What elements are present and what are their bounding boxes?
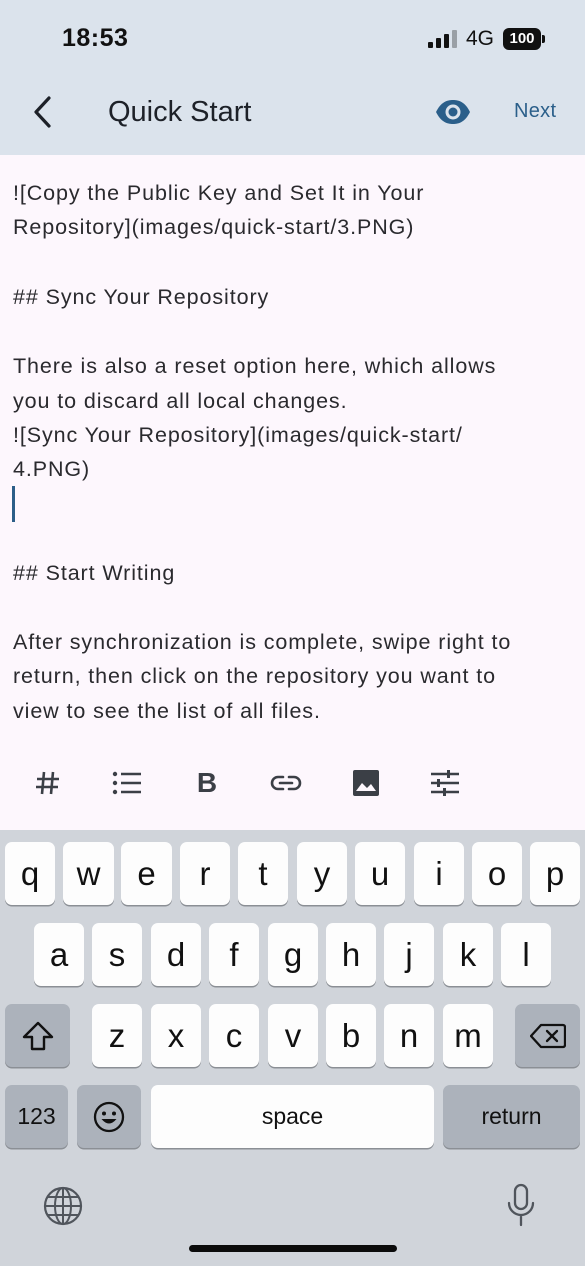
key-z[interactable]: z (92, 1004, 142, 1067)
key-y[interactable]: y (297, 842, 347, 905)
battery-tip (542, 35, 545, 43)
key-b[interactable]: b (326, 1004, 376, 1067)
page-title: Quick Start (108, 96, 252, 128)
keyboard: q w e r t y u i o p a s d f g h j k l z … (0, 830, 585, 1266)
image-icon (353, 770, 379, 796)
key-p[interactable]: p (530, 842, 580, 905)
back-button[interactable] (22, 90, 62, 134)
bold-icon: B (196, 767, 218, 798)
formatting-toolbar: B (0, 753, 585, 813)
editor-line: There is also a reset option here, which… (13, 354, 497, 378)
key-c[interactable]: c (209, 1004, 259, 1067)
key-n[interactable]: n (384, 1004, 434, 1067)
key-l[interactable]: l (501, 923, 551, 986)
preview-button[interactable] (433, 94, 473, 130)
eye-icon (436, 100, 470, 124)
emoji-icon (93, 1101, 125, 1132)
next-button[interactable]: Next (514, 100, 556, 123)
key-j[interactable]: j (384, 923, 434, 986)
microphone-icon (507, 1183, 535, 1227)
key-d[interactable]: d (151, 923, 201, 986)
battery-icon: 100 (503, 28, 541, 50)
key-q[interactable]: q (5, 842, 55, 905)
battery-level: 100 (509, 30, 535, 47)
hash-icon (36, 771, 59, 795)
network-type: 4G (466, 27, 495, 50)
text-cursor (12, 486, 15, 522)
settings-button[interactable] (423, 761, 467, 805)
key-f[interactable]: f (209, 923, 259, 986)
key-i[interactable]: i (414, 842, 464, 905)
key-t[interactable]: t (238, 842, 288, 905)
key-a[interactable]: a (34, 923, 84, 986)
editor-line: return, then click on the repository you… (13, 664, 496, 688)
chevron-left-icon (34, 96, 51, 128)
key-e[interactable]: e (121, 842, 172, 905)
list-button[interactable] (105, 761, 149, 805)
bold-button[interactable]: B (185, 761, 229, 805)
emoji-key[interactable] (77, 1085, 141, 1148)
key-w[interactable]: w (63, 842, 114, 905)
dictation-button[interactable] (499, 1181, 543, 1229)
editor-line: 4.PNG) (13, 457, 91, 481)
delete-key[interactable] (515, 1004, 580, 1067)
editor-line: view to see the list of all files. (13, 699, 321, 723)
editor-line: ![Copy the Public Key and Set It in Your (13, 181, 425, 205)
numbers-key[interactable]: 123 (5, 1085, 68, 1148)
key-r[interactable]: r (180, 842, 230, 905)
markdown-editor[interactable]: ![Copy the Public Key and Set It in Your… (0, 155, 585, 830)
key-h[interactable]: h (326, 923, 376, 986)
editor-line: ![Sync Your Repository](images/quick-sta… (13, 423, 463, 447)
heading-button[interactable] (26, 761, 70, 805)
editor-line: Repository](images/quick-start/3.PNG) (13, 215, 415, 239)
image-button[interactable] (344, 761, 388, 805)
shift-icon (22, 1021, 53, 1050)
status-time: 18:53 (62, 24, 129, 52)
home-indicator[interactable] (189, 1245, 397, 1252)
key-k[interactable]: k (443, 923, 493, 986)
key-x[interactable]: x (151, 1004, 201, 1067)
settings-sliders-icon (431, 770, 459, 796)
key-g[interactable]: g (268, 923, 318, 986)
space-key[interactable]: space (151, 1085, 434, 1148)
editor-line: ## Start Writing (13, 561, 176, 585)
signal-icon (428, 30, 458, 48)
globe-button[interactable] (41, 1184, 85, 1228)
list-icon (112, 771, 141, 795)
return-key[interactable]: return (443, 1085, 580, 1148)
editor-line: After synchronization is complete, swipe… (13, 630, 512, 654)
link-icon (270, 775, 302, 791)
editor-line: you to discard all local changes. (13, 389, 348, 413)
key-u[interactable]: u (355, 842, 405, 905)
key-o[interactable]: o (472, 842, 522, 905)
globe-icon (43, 1186, 83, 1226)
editor-line: ## Sync Your Repository (13, 285, 270, 309)
link-button[interactable] (264, 761, 308, 805)
header: 18:53 4G 100 Quick Start Next (0, 0, 585, 155)
key-m[interactable]: m (443, 1004, 493, 1067)
shift-key[interactable] (5, 1004, 70, 1067)
key-v[interactable]: v (268, 1004, 318, 1067)
key-s[interactable]: s (92, 923, 142, 986)
backspace-icon (529, 1023, 566, 1048)
